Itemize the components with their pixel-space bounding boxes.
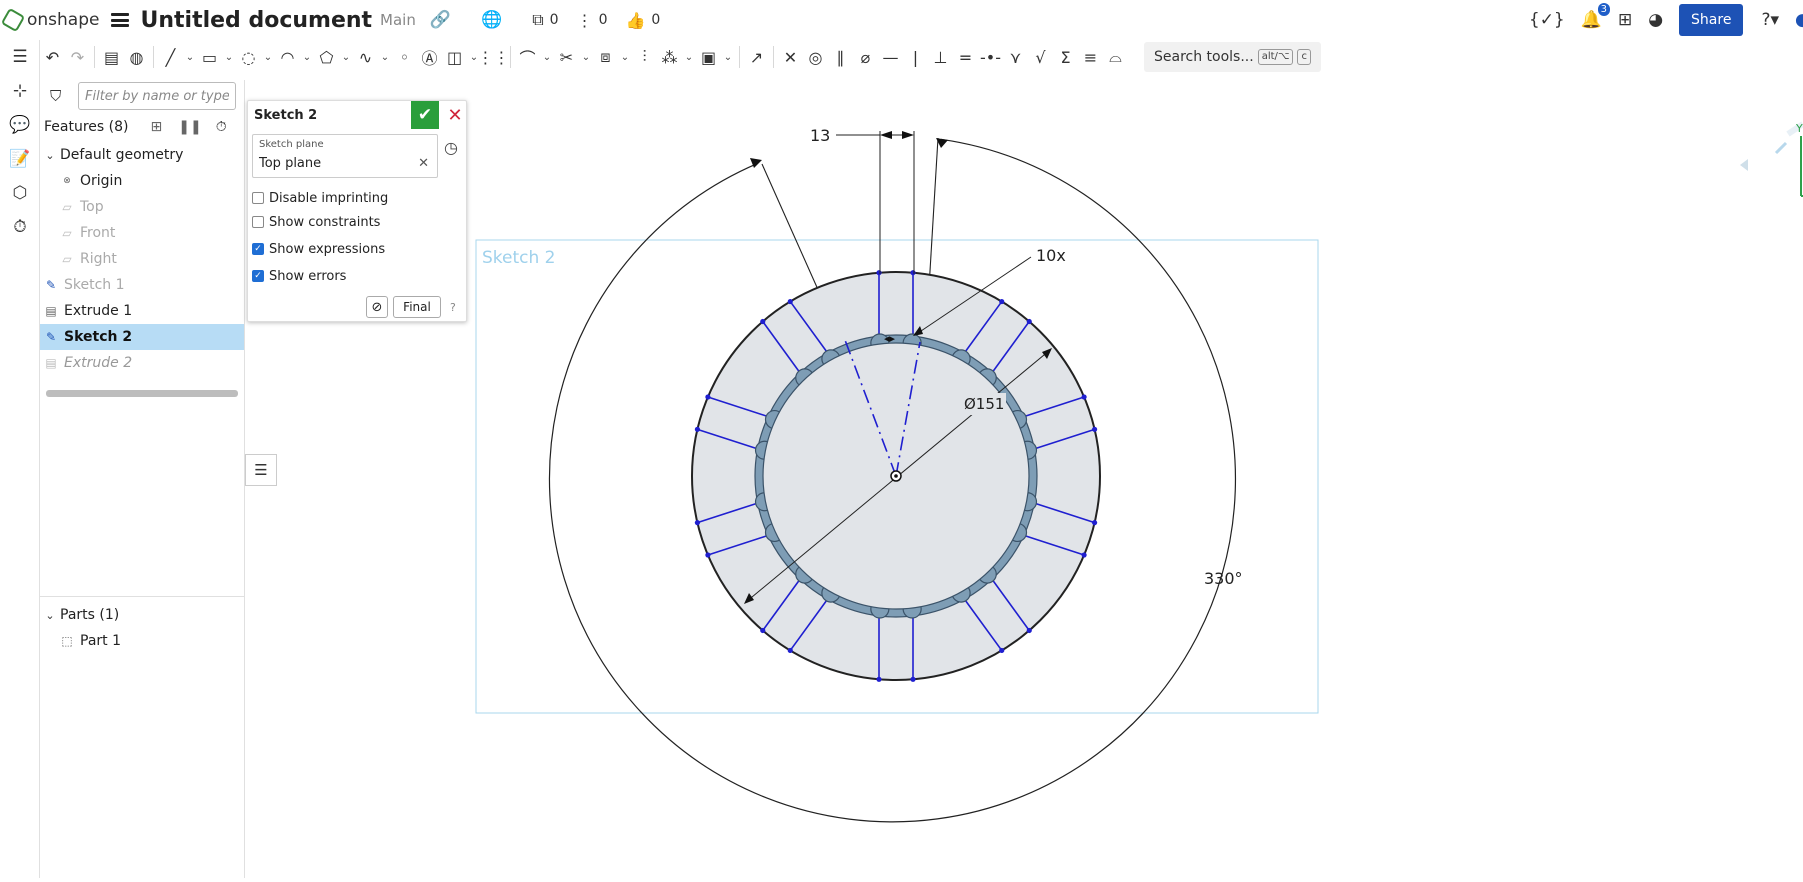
sketch-point[interactable] [876,676,882,682]
sketch-point[interactable] [910,676,916,682]
show-constraints-option[interactable]: Show constraints [252,212,380,232]
sketch-dialog-title: Sketch 2 [254,108,318,123]
help-icon[interactable]: ? [450,301,456,314]
origin-point-dot [894,474,898,478]
dimension-arrow [902,131,914,139]
option-label: Show expressions [269,241,386,257]
list-icon: ☰ [254,461,268,479]
checkmark-icon: ✔ [417,105,433,125]
sketch-point[interactable] [1081,552,1087,558]
sketch-point[interactable] [1091,520,1098,526]
clear-selection-icon[interactable]: ✕ [418,156,429,171]
sketch-name-label: Sketch 2 [482,248,556,268]
dimension-arrow [880,131,892,139]
sketch-point[interactable] [1091,426,1098,432]
sketch-point[interactable] [1026,627,1032,634]
checkbox[interactable] [252,216,264,228]
checkbox[interactable]: ✓ [252,243,264,255]
y-axis-label: Y [1795,122,1803,135]
sketch-point[interactable] [787,298,793,305]
sketch-plane-value: Top plane [259,156,322,171]
sketch-point[interactable] [760,318,766,325]
sketch-point[interactable] [694,426,701,432]
sketch-point[interactable] [694,520,701,526]
show-errors-option[interactable]: ✓ Show errors [252,266,346,286]
close-icon: ✕ [447,104,463,126]
view-cube-rotate-arrow[interactable] [1740,159,1748,171]
view-cube-edge[interactable] [1774,141,1788,155]
sketch-point[interactable] [705,394,711,400]
sketch-point[interactable] [760,627,766,634]
cancel-button[interactable]: ✕ [443,101,467,129]
display-mode-icon[interactable]: ⊘ [366,296,388,318]
sketch-point[interactable] [1081,394,1087,400]
option-label: Disable imprinting [269,190,389,206]
sketch-point[interactable] [1026,318,1032,325]
option-label: Show errors [269,268,347,284]
sketch-point[interactable] [705,552,711,558]
option-label: Show constraints [269,214,381,230]
constraint-marker[interactable]: ◂▸ [884,332,896,345]
angle-dimension-label[interactable]: 330° [1204,569,1243,588]
accept-button[interactable]: ✔ [411,101,439,129]
checkbox[interactable]: ✓ [252,270,264,282]
history-clock-icon[interactable]: ◷ [444,138,458,157]
checkbox[interactable] [252,192,264,204]
sketch-point[interactable] [999,647,1005,654]
sketch-dialog: Sketch 2 ✔ ✕ Sketch plane Top plane ✕ ◷ … [247,100,467,322]
pattern-count-label[interactable]: 10x [1036,246,1066,265]
sketch-point[interactable] [999,298,1005,305]
show-expressions-option[interactable]: ✓ Show expressions [252,239,385,259]
sketch-plane-field[interactable]: Sketch plane Top plane ✕ [252,134,438,178]
sketch-plane-label: Sketch plane [259,139,324,150]
sketch-point[interactable] [876,270,882,276]
final-button[interactable]: Final [393,296,441,318]
width-dimension-label[interactable]: 13 [810,126,830,145]
sketch-point[interactable] [910,270,916,276]
diameter-dimension-label[interactable]: Ø151 [964,395,1004,413]
sketch-point[interactable] [787,647,793,654]
feature-list-toggle[interactable]: ☰ [245,454,277,486]
disable-imprinting-option[interactable]: Disable imprinting [252,188,388,208]
